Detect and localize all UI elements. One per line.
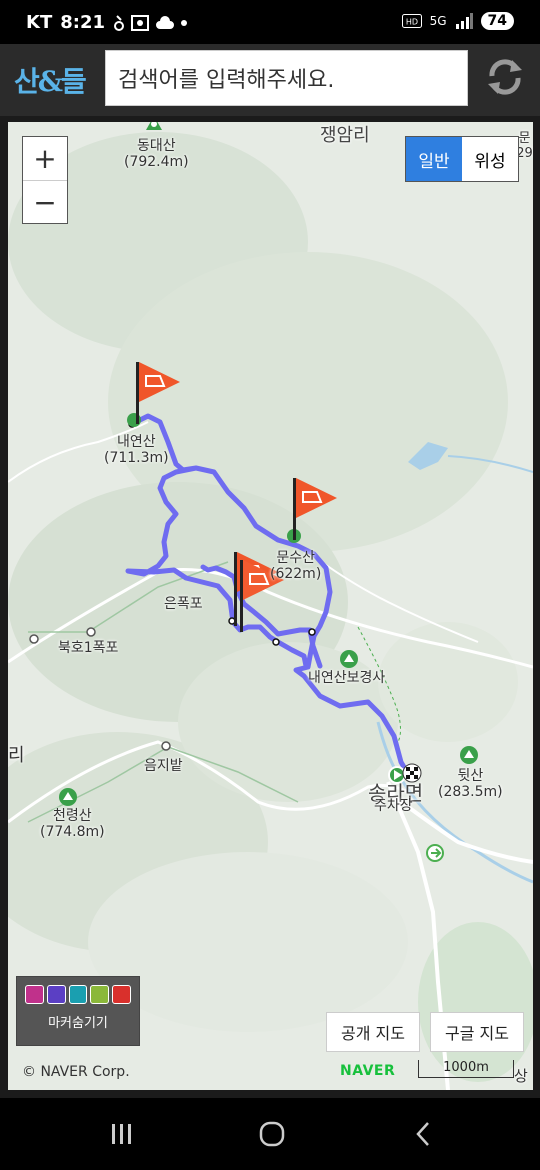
label-bukho-falls: 북호1폭포 xyxy=(58,640,119,656)
map-type-satellite-button[interactable]: 위성 xyxy=(462,137,518,181)
camera-marker-icon xyxy=(25,985,44,1004)
label-mountain-name: 뒷산 xyxy=(457,768,484,784)
label-mountain-name: 내연산 xyxy=(117,434,156,450)
svg-text:HD: HD xyxy=(405,18,417,27)
battery-badge: 74 xyxy=(480,12,514,30)
direction-arrow xyxy=(426,844,444,862)
label-mountain-name: 문수산 xyxy=(276,550,315,566)
label-munsusan: 문수산 (622m) xyxy=(270,550,321,582)
home-icon[interactable] xyxy=(252,1118,292,1150)
app-logo[interactable]: 산&들 xyxy=(14,60,87,100)
note-marker-icon xyxy=(90,985,110,1004)
label-edge-bottom-right: 상 xyxy=(514,1067,528,1085)
app-screen: KT 8:21 HD 5G 74 산&들 검색어를 입력해주세요. 쟁암리 동대… xyxy=(0,0,540,1170)
screenshot-icon xyxy=(131,14,150,31)
carrier-label: KT xyxy=(26,12,53,33)
flag-marker-icon xyxy=(112,985,131,1004)
map-type-normal-button[interactable]: 일반 xyxy=(406,137,462,181)
label-mountain-elev: (283.5m) xyxy=(438,784,503,801)
recent-apps-icon[interactable] xyxy=(102,1118,142,1150)
map-type-toggle: 일반 위성 xyxy=(405,136,519,182)
map-scale: 1000m xyxy=(418,1060,514,1078)
time-label: 8:21 xyxy=(60,12,106,33)
label-mountain-elev: (622m) xyxy=(270,566,322,583)
back-icon[interactable] xyxy=(404,1118,444,1150)
cloud-icon xyxy=(156,15,175,29)
status-left: KT 8:21 xyxy=(26,12,188,33)
zoom-control: + − xyxy=(22,136,68,224)
label-mountain-elev: (792.4m) xyxy=(124,154,189,171)
label-bogyeongsa: 내연산보경사 xyxy=(308,670,386,686)
label-cheonryeongsan: 천령산 (774.8m) xyxy=(40,808,105,840)
label-eunpokpo: 은폭포 xyxy=(164,596,203,612)
label-mountain-elev: (774.8m) xyxy=(40,824,105,841)
marker-icons xyxy=(17,977,139,1004)
zoom-in-button[interactable]: + xyxy=(23,137,67,180)
label-mountain-name: 천령산 xyxy=(53,808,92,824)
label-dongdaesan: 동대산 (792.4m) xyxy=(124,138,189,170)
hd-icon: HD xyxy=(401,14,422,28)
label-eumjibat: 음지밭 xyxy=(144,758,183,774)
marker-toggle-button[interactable]: 마커숨기기 xyxy=(16,976,140,1046)
system-nav-bar xyxy=(0,1098,540,1170)
refresh-icon[interactable] xyxy=(484,56,526,98)
label-parking: 주차장 xyxy=(374,798,413,814)
label-dwitsan: 뒷산 (283.5m) xyxy=(438,768,503,800)
map-view[interactable]: 쟁암리 동대산 (792.4m) 내연산 (711.3m) 문수산 (622m)… xyxy=(8,122,533,1090)
label-jaengam-ri: 쟁암리 xyxy=(320,125,370,146)
notification-icons xyxy=(113,14,188,32)
label-naeyeonsan: 내연산 (711.3m) xyxy=(104,434,169,466)
signal-icon xyxy=(455,13,473,29)
copyright-text: © NAVER Corp. xyxy=(22,1064,130,1080)
network-label: 5G xyxy=(429,14,447,28)
map-canvas xyxy=(8,122,533,1090)
naver-logo[interactable]: NAVER xyxy=(340,1063,395,1079)
notification-icon xyxy=(114,14,125,31)
public-map-button[interactable]: 공개 지도 xyxy=(326,1012,420,1052)
label-edge-left: 리 xyxy=(8,745,25,766)
marker-toggle-label: 마커숨기기 xyxy=(48,1016,108,1031)
google-map-button[interactable]: 구글 지도 xyxy=(430,1012,524,1052)
video-marker-icon xyxy=(46,985,66,1004)
label-mountain-name: 동대산 xyxy=(137,138,176,154)
label-mountain-elev: (711.3m) xyxy=(104,450,169,467)
pin-marker-icon xyxy=(68,985,88,1004)
status-right: HD 5G 74 xyxy=(401,12,514,30)
dot-icon xyxy=(181,19,188,26)
zoom-out-button[interactable]: − xyxy=(23,180,67,223)
search-input[interactable]: 검색어를 입력해주세요. xyxy=(105,50,468,106)
terrain-layer xyxy=(8,122,533,1090)
app-header: 산&들 검색어를 입력해주세요. xyxy=(0,44,540,116)
status-bar: KT 8:21 HD 5G 74 xyxy=(0,0,540,44)
